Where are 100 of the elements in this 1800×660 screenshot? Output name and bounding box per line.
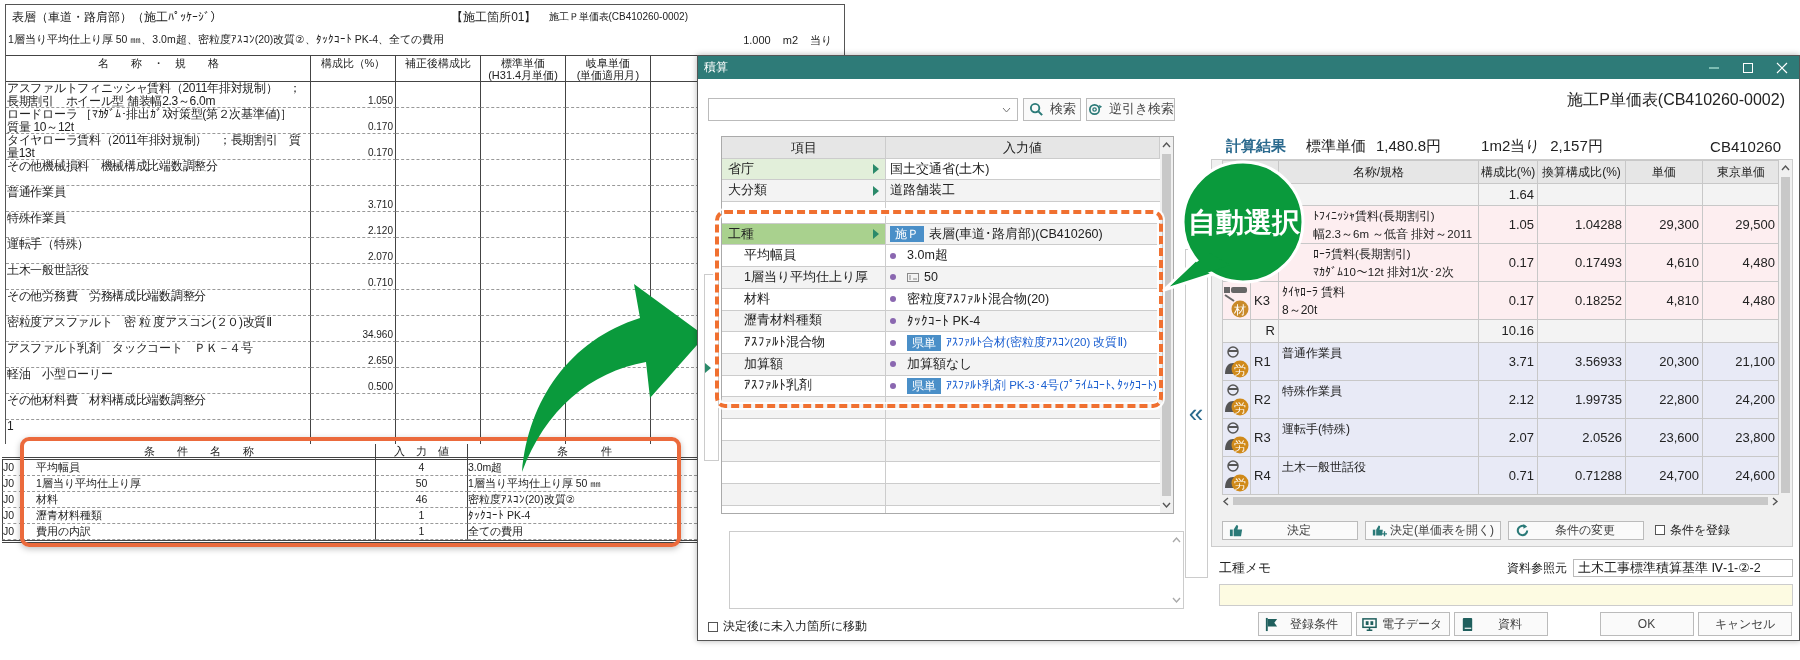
table-cell: 1.99735 [1537, 380, 1626, 419]
table-cell: 22,800 [1625, 380, 1703, 419]
table-cell: 0.17 [1478, 281, 1538, 320]
scroll-down-icon[interactable] [1162, 502, 1171, 509]
condition-summary: 1層当り平均仕上り厚 50 ㎜、3.0m超、密粒度ｱｽｺﾝ(20)改質②、ﾀｯｸｺｰﾄ PK-4、全ての費用 [8, 33, 446, 47]
column-header: 構成比(%) [1478, 160, 1538, 184]
checkbox[interactable] [708, 621, 718, 632]
reverse-search-button[interactable]: 逆引き検索 [1086, 98, 1175, 121]
link[interactable]: ｱｽﾌｧﾙﾄ乳剤 PK-3･4号(ﾌﾟﾗｲﾑｺｰﾄ､ﾀｯｸｺｰﾄ) [946, 378, 1157, 394]
table-cell: 4 [376, 460, 468, 476]
column-header: 標準単価 (H31.4月単価) [481, 56, 566, 82]
action-button[interactable]: 条件の変更 [1508, 520, 1644, 540]
field-value: 50 [924, 270, 938, 285]
memo-field[interactable] [1219, 584, 1793, 606]
expand-arrow-icon [873, 229, 879, 240]
flag-icon [1264, 616, 1279, 632]
bullet-icon [890, 296, 896, 303]
column-header: 名称/規格 [1278, 160, 1479, 184]
action-button[interactable]: 決定(単価表を開く) [1365, 520, 1501, 540]
table-cell: 24,700 [1625, 456, 1703, 495]
footer-button[interactable]: キャンセル [1698, 612, 1792, 636]
sheet-title: 施工P単価表(CB410260-0002) [1567, 90, 1786, 110]
table-cell: 21,100 [1702, 342, 1779, 381]
table-cell: 0.71288 [1537, 456, 1626, 495]
triangle-icon [705, 362, 711, 373]
footer-button[interactable]: OK [1600, 612, 1694, 636]
table-cell: 2.070 [311, 238, 396, 264]
table-cell: 4,610 [1625, 243, 1703, 282]
scrollbar-thumb[interactable] [1781, 177, 1790, 493]
table-cell: 3.710 [311, 186, 396, 212]
condition-label: 1層当り平均仕上り厚 [722, 267, 886, 288]
table-cell: 29,300 [1625, 205, 1703, 244]
splitter-handle[interactable] [704, 274, 719, 461]
field-value: 表層(車道･路肩部)(CB410260) [929, 225, 1103, 243]
scroll-up-icon[interactable] [1781, 164, 1790, 171]
footer-button[interactable]: 資料 [1454, 612, 1548, 636]
scroll-up-icon[interactable] [1162, 141, 1171, 148]
table-cell: 土木一般世話役 [6, 264, 311, 290]
condition-label: ｱｽﾌｧﾙﾄ混合物 [722, 332, 886, 353]
table-cell: 1層当り平均仕上り厚 [22, 476, 376, 492]
link[interactable]: ｱｽﾌｧﾙﾄ合材(密粒度ｱｽｺﾝ(20) 改質Ⅱ) [946, 335, 1127, 351]
memo-label: 工種メモ [1219, 559, 1271, 577]
collapse-button[interactable]: « [1184, 249, 1208, 578]
scroll-left-icon[interactable] [1222, 496, 1229, 506]
column-header: 構成比（%） [311, 56, 396, 82]
table-cell: 瀝青材料種類 [22, 508, 376, 524]
per-label: 当り [810, 32, 832, 48]
table-cell: 0.500 [311, 368, 396, 394]
table-cell: J0 [2, 508, 22, 524]
column-header: 東京単価 [1702, 160, 1779, 184]
bullet-icon [890, 339, 896, 346]
column-header: 入力値 [886, 137, 1160, 158]
table-cell: 2.650 [311, 342, 396, 368]
table-cell: ロードローラ ［ﾏｶﾀﾞﾑ･排出ｶﾞｽ対策型(第２次基準値)］ 質量 10～12t [6, 108, 311, 134]
table-cell: 1.050 [311, 82, 396, 108]
checkbox[interactable] [1655, 525, 1665, 535]
scrollbar-thumb[interactable] [1162, 154, 1171, 496]
footer-button[interactable]: 登録条件 [1258, 612, 1352, 636]
table-cell: 2.12 [1478, 380, 1538, 419]
sheet-id: 施工Ｐ単価表(CB410260-0002) [548, 10, 688, 24]
column-header: 項目 [722, 137, 886, 158]
field-value: ﾀｯｸｺｰﾄ PK-4 [907, 313, 981, 328]
search-button[interactable]: 検索 [1023, 98, 1081, 121]
condition-label: 平均幅員 [722, 245, 886, 267]
table-cell: 1.04288 [1537, 205, 1626, 244]
scroll-right-icon[interactable] [1772, 496, 1779, 506]
column-header: 入 力 値 [376, 444, 468, 460]
table-cell: 材料 [22, 492, 376, 508]
footer-button[interactable]: 電子データ [1356, 612, 1450, 636]
reference-label: 資料参照元 [1507, 559, 1567, 577]
section-label: 計算結果 [1226, 136, 1286, 156]
bullet-icon [890, 361, 896, 368]
table-cell: 0.71 [1478, 456, 1538, 495]
search-combo-field[interactable] [708, 98, 1018, 121]
monitor-icon [1362, 616, 1377, 632]
column-header: 岐阜単価 (単価適用月) [566, 56, 651, 82]
table-cell: 特殊作業員 [1278, 380, 1479, 419]
table-cell: 23,800 [1702, 418, 1779, 457]
field-value: 加算額なし [907, 355, 972, 373]
field-value: 国土交通省(土木) [890, 160, 990, 178]
expand-arrow-icon [873, 185, 879, 196]
per-unit-price: 2,157円 [1550, 136, 1603, 156]
reference-field[interactable]: 土木工事標準積算基準 Ⅳ-1-②-2 [1573, 559, 1793, 577]
action-button[interactable]: 決定 [1222, 520, 1358, 540]
table-cell: ﾀｲﾔﾛｰﾗ 賃料 8～20t [1278, 281, 1479, 320]
column-header: 条 件 名 称 [22, 444, 376, 460]
tag-badge: 県単 [907, 377, 941, 394]
table-cell: 0.170 [311, 134, 396, 160]
condition-label: 瀝青材料種類 [722, 310, 886, 332]
category-item[interactable]: 大分類 [722, 180, 886, 202]
table-cell: 4,480 [1702, 281, 1779, 320]
scrollbar-thumb[interactable] [1233, 497, 1768, 505]
table-cell: その他労務費 労務構成比端数調整分 [6, 290, 311, 316]
table-cell: J0 [2, 524, 22, 540]
condition-label: 加算額 [722, 353, 886, 375]
number-field-icon [907, 272, 919, 282]
category-item[interactable]: 省庁 [722, 158, 886, 180]
search-icon [1028, 102, 1044, 117]
unit: m2 [782, 34, 798, 46]
category-item[interactable]: 工種 [722, 223, 886, 245]
